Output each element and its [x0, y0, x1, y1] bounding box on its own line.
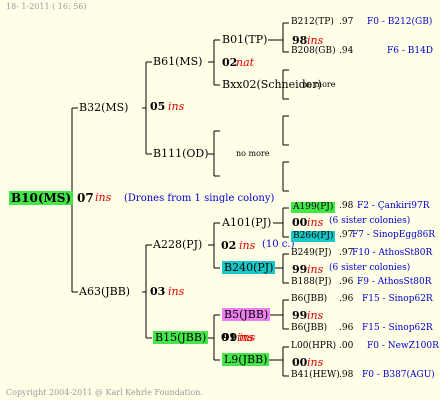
mother-year: 05 — [150, 100, 166, 113]
gen4-year: 99 — [292, 263, 308, 276]
queen-b61[interactable]: B61(MS) — [153, 56, 202, 67]
gen4-queen-name[interactable]: A199(PJ) — [291, 202, 336, 213]
root-year: 07 — [77, 191, 94, 205]
gen4-score: .96 — [339, 323, 354, 333]
drone-source-note: (Drones from 1 single colony) — [124, 193, 275, 204]
a228-note: (10 c.) — [262, 239, 295, 250]
gen4-year: 00 — [292, 356, 308, 369]
queen-b5[interactable]: B5(JBB) — [222, 308, 271, 321]
gen4-queen-name[interactable]: B41(HEW) — [291, 371, 340, 380]
queen-a101[interactable]: A101(PJ) — [222, 217, 271, 228]
no-more-label: no more — [236, 149, 270, 158]
mother-queen[interactable]: B32(MS) — [79, 102, 128, 113]
gen4-score: .96 — [339, 277, 354, 287]
gen4-queen-name[interactable]: L00(HPR) — [291, 342, 336, 351]
report-date: 18- 1-2011 ( 16: 56) — [6, 2, 87, 11]
gen4-pedigree-link: F15 - Sinop62R — [362, 294, 433, 304]
gen4-score: .98 — [339, 201, 354, 211]
gen4-pedigree-link: F2 - Çankiri97R — [357, 201, 430, 211]
a228-insemination: ins — [239, 239, 256, 252]
gen4-score: .96 — [339, 294, 354, 304]
father-queen[interactable]: A63(JBB) — [79, 286, 130, 297]
queen-b15[interactable]: B15(JBB) — [153, 331, 209, 344]
gen4-pedigree-link: F10 - AthosSt80R — [352, 248, 433, 258]
queen-b01[interactable]: B01(TP) — [222, 34, 267, 45]
b5-year: 99 — [222, 331, 238, 344]
queen-b240[interactable]: B240(PJ) — [222, 261, 276, 274]
gen4-pedigree-link: F15 - Sinop62R — [362, 323, 433, 333]
queen-l9[interactable]: L9(JBB) — [222, 353, 270, 366]
copyright-notice: Copyright 2004-2011 @ Karl Kehrle Founda… — [6, 388, 203, 397]
queen-a228[interactable]: A228(PJ) — [153, 239, 202, 250]
gen4-insemination: ins — [307, 263, 324, 276]
gen4-score: .00 — [339, 341, 354, 351]
gen4-insemination: ins — [307, 216, 324, 229]
gen4-sister-note: (6 sister colonies) — [329, 216, 411, 226]
father-insemination: ins — [168, 285, 185, 298]
root-queen[interactable]: B10(MS) — [9, 191, 74, 205]
a228-year: 02 — [221, 239, 237, 252]
gen4-queen-name[interactable]: B249(PJ) — [291, 249, 331, 258]
gen4-queen-name[interactable]: B208(GB) — [291, 47, 336, 56]
gen4-score: .97 — [339, 17, 354, 27]
gen4-queen-name[interactable]: B6(JBB) — [291, 295, 327, 304]
gen4-year: 98 — [292, 34, 308, 47]
gen4-score: .94 — [339, 46, 354, 56]
gen4-pedigree-link: F0 - B387(AGU) — [362, 370, 435, 380]
mother-insemination: ins — [168, 100, 185, 113]
gen4-year: 99 — [292, 309, 308, 322]
gen4-pedigree-link: F6 - B14D — [387, 46, 434, 56]
b5-insemination: ins — [237, 331, 254, 344]
queen-b111[interactable]: B111(OD) — [153, 148, 209, 159]
gen4-queen-name[interactable]: B212(TP) — [291, 18, 334, 27]
father-year: 03 — [150, 285, 166, 298]
gen4-queen-name[interactable]: B266(PJ) — [291, 231, 336, 242]
gen4-queen-name[interactable]: B188(PJ) — [291, 278, 331, 287]
gen4-pedigree-link: F0 - B212(GB) — [367, 17, 433, 27]
root-insemination: ins — [95, 191, 112, 204]
gen4-insemination: ins — [307, 34, 324, 47]
gen4-score: .98 — [339, 370, 354, 380]
gen4-year: 00 — [292, 216, 308, 229]
gen4-sister-note: (6 sister colonies) — [329, 263, 411, 273]
gen4-pedigree-link: F9 - AthosSt80R — [357, 277, 432, 287]
no-more-label: no more — [302, 80, 336, 89]
b01-mating: nat — [236, 56, 255, 69]
pedigree-page: { "header": {"date": "18- 1-2011 ( 16: 5… — [0, 0, 440, 400]
gen4-pedigree-link: F7 - SinopEgg86R — [352, 230, 436, 240]
gen4-insemination: ins — [307, 356, 324, 369]
gen4-queen-name[interactable]: B6(JBB) — [291, 324, 327, 333]
gen4-pedigree-link: F0 - NewZ100R — [367, 341, 439, 351]
gen4-insemination: ins — [307, 309, 324, 322]
